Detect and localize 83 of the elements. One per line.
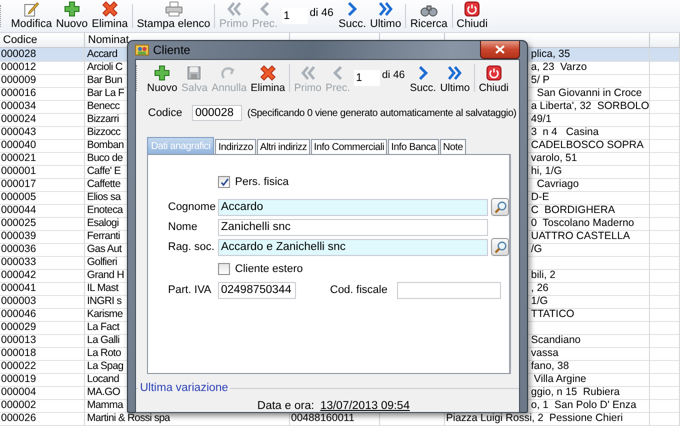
plus-icon [64, 1, 80, 17]
table-cell: 000026 [0, 412, 85, 426]
table-cell: 000012 [0, 61, 85, 75]
text-field[interactable]: Accardo e Zanichelli snc [218, 238, 488, 256]
toolbar-button[interactable]: Stampa elenco [134, 0, 212, 32]
search-icon [494, 240, 506, 254]
page-count: di 46 [310, 7, 334, 19]
toolbar-button[interactable]: Modifica [9, 0, 54, 32]
table-cell: 000002 [0, 399, 85, 413]
table-cell: 000005 [0, 191, 85, 205]
toolbar-button[interactable]: Ricerca [408, 0, 450, 32]
toolbar-button[interactable]: Succ. [408, 60, 438, 96]
table-cell: 000040 [0, 139, 85, 153]
pencil-paper-icon [22, 1, 40, 17]
search-button[interactable] [491, 238, 509, 256]
table-cell: 000046 [0, 308, 85, 322]
table-cell: 000042 [0, 269, 85, 283]
table-cell: 000018 [0, 347, 85, 361]
tab[interactable]: Note [440, 139, 466, 154]
table-cell: 000009 [0, 74, 85, 88]
table-cell: 000019 [0, 373, 85, 387]
timestamp: 13/07/2013 09:54 [320, 400, 410, 412]
table-cell: 000039 [0, 230, 85, 244]
close-icon [495, 45, 505, 54]
toolbar-button[interactable]: Nuovo [54, 0, 90, 32]
table-cell: 000025 [0, 217, 85, 231]
curved-arrow-icon [221, 65, 238, 81]
printer-icon [164, 1, 183, 17]
cross-icon [260, 65, 276, 81]
page-field[interactable]: 1 [354, 70, 380, 86]
page-count: di 46 [382, 69, 405, 81]
tab[interactable]: Info Banca [388, 139, 439, 154]
search-button[interactable] [491, 198, 509, 216]
table-cell: 000041 [0, 282, 85, 296]
table-cell: 000004 [0, 386, 85, 400]
toolbar-button[interactable]: Elimina [90, 0, 130, 32]
text-field[interactable]: Zanichelli snc [218, 218, 488, 236]
double-chevron-right-icon [378, 1, 394, 17]
text-field[interactable] [397, 282, 502, 298]
table-cell: 000016 [0, 87, 85, 101]
double-chevron-left-icon [226, 1, 242, 17]
toolbar-button[interactable]: Ultimo [368, 0, 404, 32]
power-icon [464, 1, 480, 17]
binoculars-icon [420, 3, 438, 17]
checkbox-label: Pers. fisica [235, 176, 289, 188]
tab[interactable]: Altri indirizz [256, 139, 310, 154]
table-cell: 000022 [0, 360, 85, 374]
table-cell: 000043 [0, 126, 85, 140]
checkbox[interactable] [218, 176, 230, 188]
column-header[interactable]: Codice [0, 33, 85, 47]
table-cell: 000044 [0, 204, 85, 218]
field-label: Rag. soc. [168, 241, 216, 253]
field-label: Cod. fiscale [330, 284, 388, 296]
text-field[interactable]: 02498750344 [218, 282, 296, 298]
text-field[interactable]: Accardo [218, 198, 488, 216]
page-field[interactable]: 1 [282, 8, 308, 24]
table-cell: 000033 [0, 256, 85, 270]
field-label: Nome [168, 221, 198, 233]
toolbar-button[interactable]: Succ. [336, 0, 368, 32]
tab[interactable]: Indirizzo [215, 139, 256, 154]
table-cell: 000024 [0, 113, 85, 127]
table-cell: 000013 [0, 334, 85, 348]
field-label: Part. IVA [168, 284, 212, 296]
power-icon [486, 65, 502, 81]
double-chevron-right-icon [446, 65, 463, 81]
table-cell: 000034 [0, 100, 85, 114]
table-cell: 000003 [0, 295, 85, 309]
double-chevron-left-icon [300, 65, 316, 81]
table-cell: 000029 [0, 321, 85, 335]
table-cell: 000017 [0, 178, 85, 192]
plus-icon [154, 65, 170, 81]
cross-icon [102, 1, 118, 17]
checkbox[interactable] [218, 263, 230, 275]
table-cell: 000036 [0, 243, 85, 257]
code-field[interactable]: 000028 [192, 105, 242, 121]
search-icon [494, 200, 506, 214]
table-cell: 000001 [0, 165, 85, 179]
table-cell: 000021 [0, 152, 85, 166]
table-cell: 000028 [0, 48, 85, 62]
people-icon [135, 44, 149, 56]
tab[interactable]: Info Commerciali [310, 139, 388, 154]
close-button[interactable] [480, 41, 520, 59]
toolbar-button[interactable]: Chiudi [454, 0, 490, 32]
